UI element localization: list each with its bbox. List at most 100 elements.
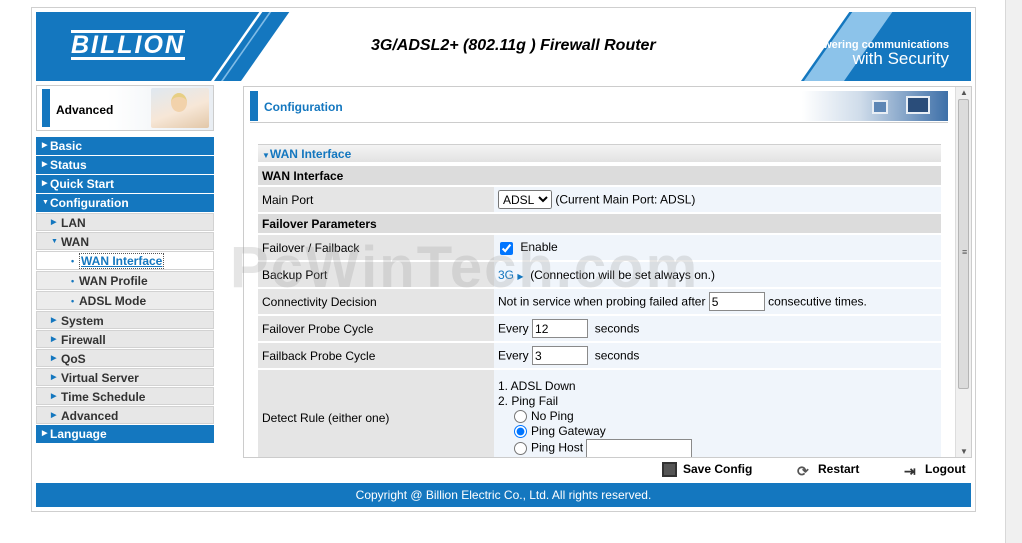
sidebar-item-basic[interactable]: ▶ Basic: [36, 137, 214, 155]
sidebar-item-advanced[interactable]: ▶ Advanced: [36, 406, 214, 424]
group-failover: Failover Parameters: [258, 214, 941, 233]
failover-enable-label: Enable: [520, 240, 558, 255]
expand-down-icon: ▼: [51, 238, 58, 245]
sidebar-item-label: WAN Profile: [79, 274, 148, 288]
sidebar-item-label: LAN: [61, 216, 86, 230]
sidebar-item-label: Language: [50, 427, 107, 441]
wan-interface-section: ▼WAN Interface WAN Interface Main Port A…: [258, 144, 941, 457]
ping-host-radio[interactable]: [514, 441, 527, 455]
sidebar-item-wan-profile[interactable]: • WAN Profile: [36, 271, 214, 290]
sidebar-item-label: Firewall: [61, 333, 106, 347]
sidebar-item-label: WAN Interface: [79, 253, 165, 269]
scroll-thumb[interactable]: ≡: [958, 99, 969, 389]
failover-probe-label: Failover Probe Cycle: [258, 316, 494, 341]
sidebar-item-configuration[interactable]: ▼ Configuration: [36, 194, 214, 212]
backup-port-link[interactable]: 3G ▶: [498, 268, 524, 282]
sidebar-item-adsl-mode[interactable]: • ADSL Mode: [36, 291, 214, 310]
failover-label: Failover / Failback: [258, 235, 494, 260]
slogan-line2: with Security: [852, 49, 949, 68]
failback-probe-suffix: seconds: [594, 348, 640, 363]
save-config-button[interactable]: Save Config: [662, 460, 752, 478]
sidebar-item-label: Virtual Server: [61, 371, 139, 385]
collapse-arrow-icon: ▼: [262, 151, 270, 160]
detect-line-2: 2. Ping Fail: [498, 393, 559, 408]
logout-button[interactable]: ⇥ Logout: [904, 460, 966, 480]
sidebar-item-label: Advanced: [61, 409, 119, 423]
page-scrollbar[interactable]: [1005, 0, 1022, 543]
sidebar-item-label: Quick Start: [50, 177, 115, 191]
router-frame: BILLION 3G/ADSL2+ (802.11g ) Firewall Ro…: [31, 7, 976, 512]
action-bar: Save Config ⟳ Restart ⇥ Logout: [652, 460, 972, 480]
sidebar-item-lan[interactable]: ▶ LAN: [36, 213, 214, 231]
sidebar-item-wan-interface[interactable]: • WAN Interface: [36, 251, 214, 270]
sidebar-item-status[interactable]: ▶ Status: [36, 156, 214, 174]
section-title[interactable]: ▼WAN Interface: [258, 144, 941, 162]
detect-rule-label: Detect Rule (either one): [258, 370, 494, 457]
expand-right-icon: ▶: [51, 317, 57, 324]
ping-gateway-label: Ping Gateway: [531, 423, 606, 438]
powering-slogan: Powering communications with Security: [809, 39, 949, 68]
router-title: 3G/ADSL2+ (802.11g ) Firewall Router: [371, 37, 656, 54]
expand-right-icon: ▶: [51, 219, 57, 226]
connectivity-label: Connectivity Decision: [258, 289, 494, 314]
sidebar-item-language[interactable]: ▶ Language: [36, 425, 214, 443]
failback-probe-prefix: Every: [498, 348, 529, 363]
sidebar: Advanced ▶ Basic ▶ Status ▶ Quick Start ▼ Confi…: [36, 85, 214, 444]
advanced-label: Advanced: [56, 103, 114, 117]
ping-gateway-radio[interactable]: [514, 424, 527, 438]
expand-right-icon: ▶: [51, 393, 57, 400]
sidebar-item-label: QoS: [61, 352, 86, 366]
sidebar-item-firewall[interactable]: ▶ Firewall: [36, 330, 214, 348]
scroll-up-icon[interactable]: ▲: [960, 88, 968, 97]
billion-logo: BILLION: [71, 30, 185, 60]
sidebar-item-label: Basic: [50, 139, 83, 153]
no-ping-radio[interactable]: [514, 409, 527, 423]
sidebar-item-time-schedule[interactable]: ▶ Time Schedule: [36, 387, 214, 405]
header-banner: BILLION 3G/ADSL2+ (802.11g ) Firewall Ro…: [36, 12, 971, 81]
failover-enable-checkbox[interactable]: [500, 241, 513, 255]
scroll-down-icon[interactable]: ▼: [960, 447, 968, 456]
failback-probe-input[interactable]: [532, 346, 589, 365]
connectivity-prefix: Not in service when probing failed after: [498, 294, 706, 309]
failover-probe-input[interactable]: [532, 319, 589, 338]
restart-button[interactable]: ⟳ Restart: [797, 460, 859, 480]
advanced-banner: Advanced: [36, 85, 214, 131]
sidebar-item-label: WAN: [61, 235, 89, 249]
sidebar-item-label: Configuration: [50, 196, 129, 210]
header-image: [802, 91, 948, 121]
main-port-label: Main Port: [258, 187, 494, 212]
group-wan-interface: WAN Interface: [258, 166, 941, 185]
sidebar-item-wan[interactable]: ▼ WAN: [36, 232, 214, 250]
no-ping-label: No Ping: [531, 408, 574, 423]
sidebar-item-quick-start[interactable]: ▶ Quick Start: [36, 175, 214, 193]
main-port-note: (Current Main Port: ADSL): [555, 192, 696, 207]
content-scrollbar[interactable]: ▲ ≡ ▼: [955, 87, 971, 457]
sidebar-item-label: ADSL Mode: [79, 294, 147, 308]
expand-right-icon: ▶: [42, 142, 48, 149]
ping-host-label: Ping Host: [531, 440, 584, 455]
content-header-title: Configuration: [264, 100, 343, 114]
failover-probe-suffix: seconds: [594, 321, 640, 336]
bullet-icon: •: [71, 276, 75, 286]
sidebar-item-qos[interactable]: ▶ QoS: [36, 349, 214, 367]
footer-copyright: Copyright @ Billion Electric Co., Ltd. A…: [36, 483, 971, 507]
expand-right-icon: ▶: [51, 374, 57, 381]
sidebar-item-virtual-server[interactable]: ▶ Virtual Server: [36, 368, 214, 386]
expand-down-icon: ▼: [42, 199, 49, 206]
banner-photo: [151, 88, 209, 128]
triangle-right-icon: ▶: [517, 271, 524, 281]
nav-menu: ▶ Basic ▶ Status ▶ Quick Start ▼ Configuration ▶…: [36, 137, 214, 443]
restart-icon: ⟳: [797, 463, 809, 480]
expand-right-icon: ▶: [42, 180, 48, 187]
failover-probe-prefix: Every: [498, 321, 529, 336]
sidebar-item-system[interactable]: ▶ System: [36, 311, 214, 329]
logout-icon: ⇥: [904, 463, 916, 480]
connectivity-times-input[interactable]: [708, 292, 765, 311]
expand-right-icon: ▶: [51, 355, 57, 362]
expand-right-icon: ▶: [51, 412, 57, 419]
sidebar-item-label: Time Schedule: [61, 390, 146, 404]
ping-host-input[interactable]: [586, 438, 693, 457]
main-port-select[interactable]: ADSL: [498, 190, 552, 209]
bullet-icon: •: [71, 256, 75, 266]
content-panel: Configuration ▼WAN Interface WAN Interfa…: [243, 86, 972, 458]
